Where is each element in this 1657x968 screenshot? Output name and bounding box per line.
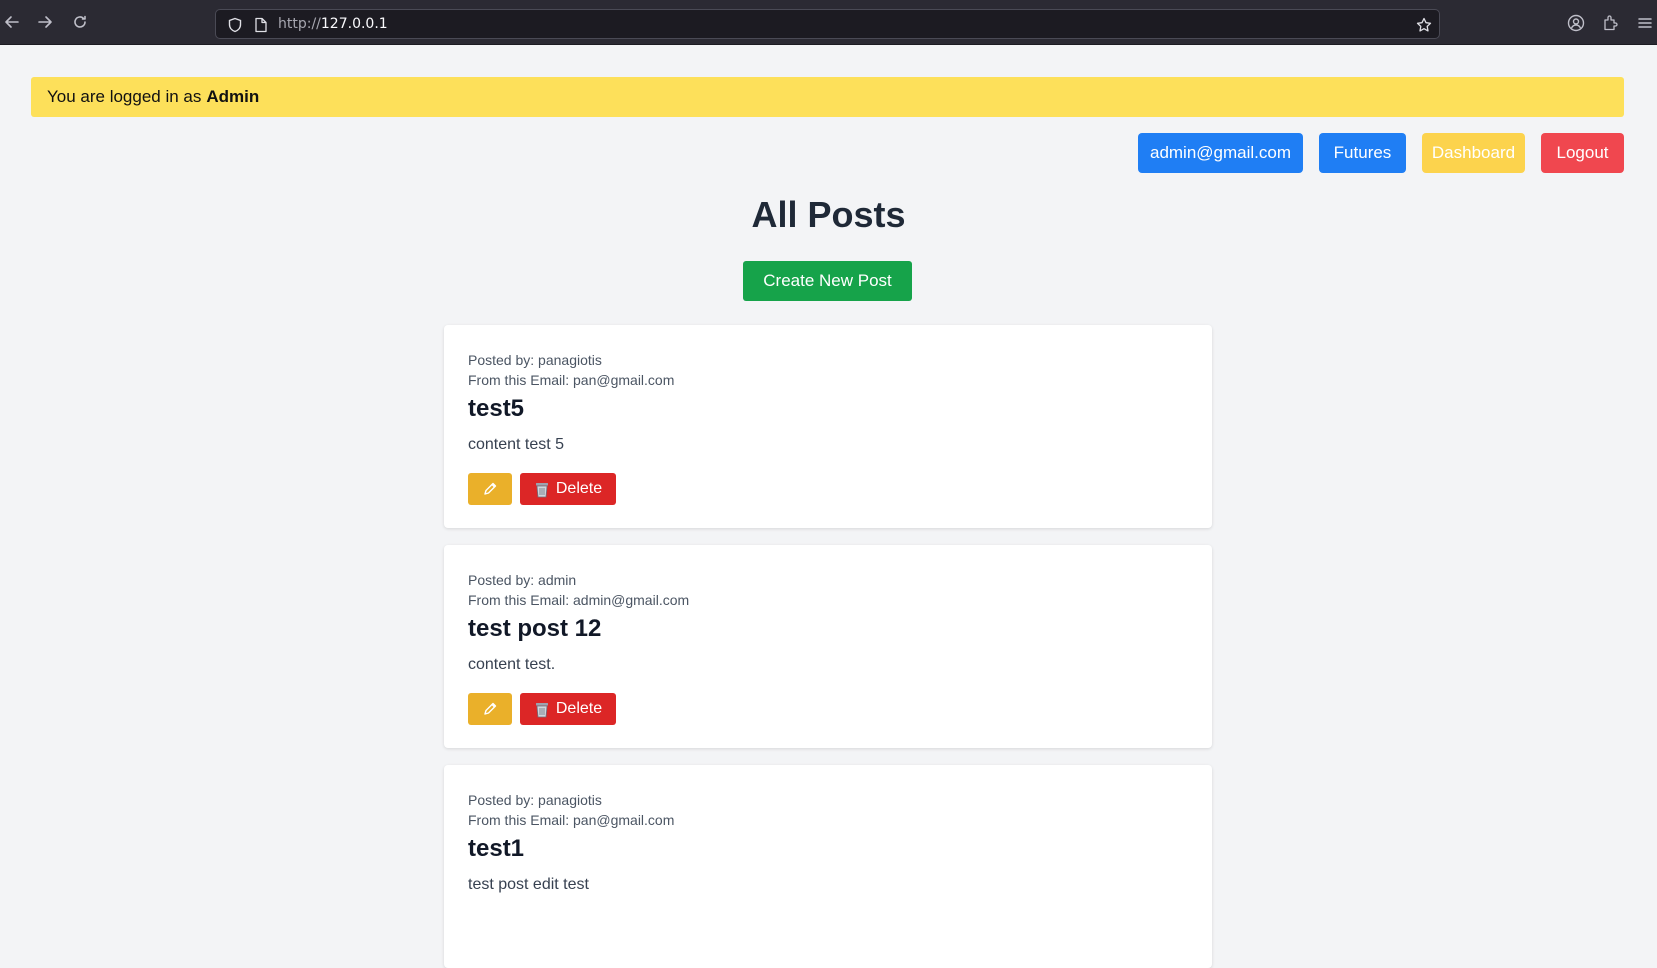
- browser-toolbar: http://127.0.0.1: [0, 0, 1657, 45]
- post-card: Posted by: admin From this Email: admin@…: [444, 545, 1212, 748]
- login-status-banner: You are logged in as Admin: [31, 77, 1624, 117]
- user-email-button[interactable]: admin@gmail.com: [1138, 133, 1303, 173]
- post-author: admin: [538, 572, 577, 588]
- post-author-line: Posted by: admin: [468, 572, 577, 588]
- post-email: admin@gmail.com: [573, 592, 690, 608]
- account-icon[interactable]: [1565, 12, 1587, 34]
- post-email: pan@gmail.com: [573, 812, 675, 828]
- pencil-icon: [484, 482, 497, 495]
- url-bar[interactable]: http://127.0.0.1: [215, 9, 1440, 39]
- delete-post-button[interactable]: Delete: [520, 693, 616, 725]
- post-email-line: From this Email: admin@gmail.com: [468, 592, 690, 608]
- page-icon: [252, 16, 270, 34]
- post-author: panagiotis: [538, 352, 602, 368]
- delete-label: Delete: [555, 480, 603, 497]
- forward-arrow-icon[interactable]: [33, 10, 57, 34]
- trash-icon: [534, 481, 550, 498]
- post-content: content test 5: [468, 436, 565, 453]
- menu-icon[interactable]: [1634, 12, 1656, 34]
- extensions-icon[interactable]: [1600, 12, 1622, 34]
- login-role: Admin: [206, 87, 260, 106]
- reload-icon[interactable]: [68, 10, 92, 34]
- delete-post-button[interactable]: Delete: [520, 473, 616, 505]
- create-new-post-button[interactable]: Create New Post: [743, 261, 912, 301]
- delete-label: Delete: [555, 700, 603, 717]
- post-title: test1: [468, 835, 525, 862]
- post-email-line: From this Email: pan@gmail.com: [468, 372, 675, 388]
- futures-button[interactable]: Futures: [1319, 133, 1406, 173]
- star-icon[interactable]: [1415, 16, 1433, 34]
- login-status-text: You are logged in as: [47, 87, 202, 106]
- post-title: test5: [468, 395, 525, 422]
- post-content: test post edit test: [468, 876, 589, 893]
- post-card: Posted by: panagiotis From this Email: p…: [444, 325, 1212, 528]
- post-title: test post 12: [468, 615, 602, 642]
- post-card: Posted by: panagiotis From this Email: p…: [444, 765, 1212, 968]
- dashboard-button[interactable]: Dashboard: [1422, 133, 1525, 173]
- post-email: pan@gmail.com: [573, 372, 675, 388]
- pencil-icon: [484, 702, 497, 715]
- edit-post-button[interactable]: [468, 473, 512, 505]
- logout-button[interactable]: Logout: [1541, 133, 1624, 173]
- back-arrow-icon[interactable]: [0, 10, 24, 34]
- post-author-line: Posted by: panagiotis: [468, 792, 602, 808]
- page-title: All Posts: [751, 194, 906, 235]
- post-email-line: From this Email: pan@gmail.com: [468, 812, 675, 828]
- edit-post-button[interactable]: [468, 693, 512, 725]
- post-author: panagiotis: [538, 792, 602, 808]
- post-content: content test.: [468, 656, 556, 673]
- post-author-line: Posted by: panagiotis: [468, 352, 602, 368]
- url-text[interactable]: http://127.0.0.1: [278, 16, 388, 32]
- trash-icon: [534, 701, 550, 718]
- shield-icon[interactable]: [226, 16, 244, 34]
